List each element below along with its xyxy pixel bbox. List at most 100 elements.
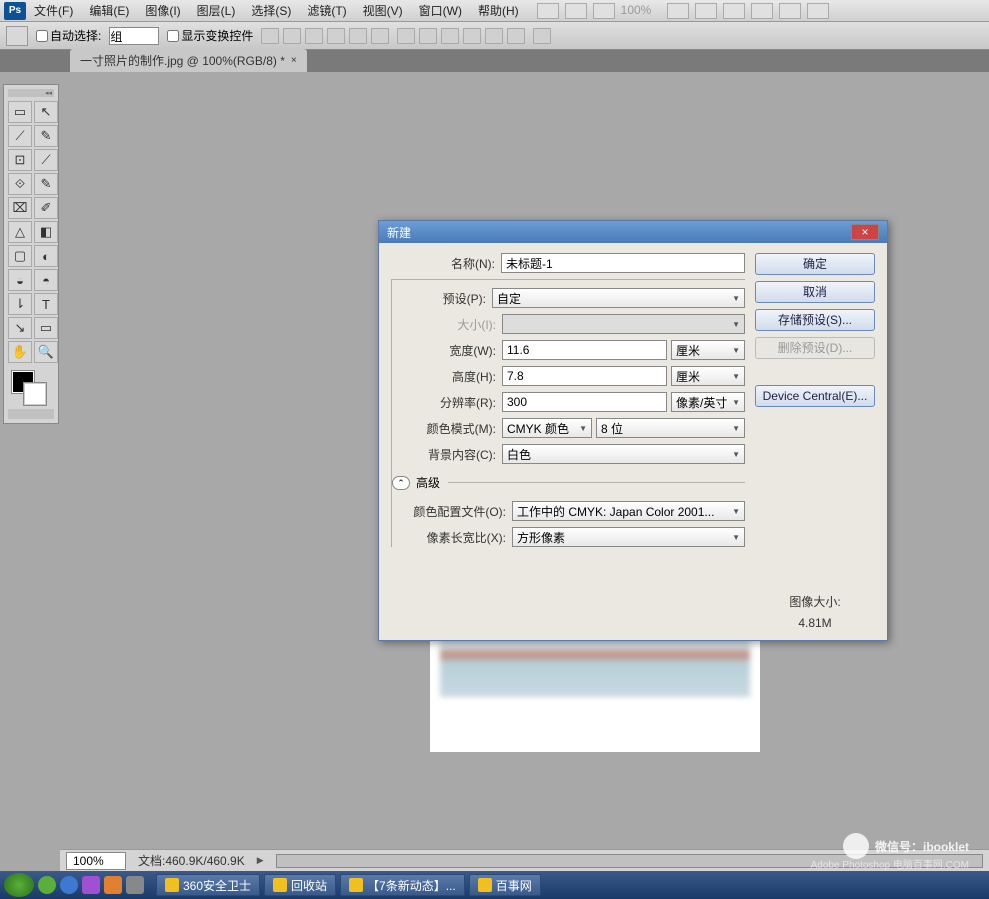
size-select [502, 314, 745, 334]
dialog-titlebar[interactable]: 新建 × [379, 221, 887, 243]
menu-bar: Ps 文件(F)编辑(E)图像(I)图层(L)选择(S)滤镜(T)视图(V)窗口… [0, 0, 989, 22]
arrange-icon-3[interactable] [807, 3, 829, 19]
tool-6[interactable]: ⟐ [8, 173, 32, 195]
taskbar-item-1[interactable]: 回收站 [264, 874, 336, 896]
tool-18[interactable]: ↘ [8, 317, 32, 339]
tool-0[interactable]: ▭ [8, 101, 32, 123]
status-zoom[interactable]: 100% [66, 852, 126, 870]
align-bottom-icon[interactable] [305, 28, 323, 44]
strip-icon[interactable] [565, 3, 587, 19]
tool-17[interactable]: T [34, 293, 58, 315]
height-input[interactable] [502, 366, 667, 386]
quick-launch-4[interactable] [104, 876, 122, 894]
resolution-label: 分辨率(R): [392, 394, 502, 411]
workspace-icon[interactable] [537, 3, 559, 19]
dist-4-icon[interactable] [463, 28, 481, 44]
name-input[interactable] [501, 253, 745, 273]
options-bar: 自动选择: 组 显示变换控件 [0, 22, 989, 50]
taskbar-item-0[interactable]: 360安全卫士 [156, 874, 260, 896]
align-left-icon[interactable] [327, 28, 345, 44]
tool-2[interactable]: ⟋ [8, 125, 32, 147]
align-top-icon[interactable] [261, 28, 279, 44]
height-unit-select[interactable]: 厘米 [671, 366, 745, 386]
hand-icon[interactable] [667, 3, 689, 19]
ok-button[interactable]: 确定 [755, 253, 875, 275]
cancel-button[interactable]: 取消 [755, 281, 875, 303]
tool-12[interactable]: ▢ [8, 245, 32, 267]
menu-0[interactable]: 文件(F) [26, 0, 81, 22]
resolution-input[interactable] [502, 392, 667, 412]
auto-align-icon[interactable] [533, 28, 551, 44]
background-color[interactable] [24, 383, 46, 405]
zoom-icon[interactable] [695, 3, 717, 19]
preset-select[interactable]: 自定 [492, 288, 745, 308]
quick-launch-ie[interactable] [60, 876, 78, 894]
dist-1-icon[interactable] [397, 28, 415, 44]
move-tool-preset[interactable] [6, 26, 28, 46]
tool-21[interactable]: 🔍 [34, 341, 58, 363]
align-hcenter-icon[interactable] [349, 28, 367, 44]
tool-5[interactable]: ⟋ [34, 149, 58, 171]
close-icon[interactable]: × [851, 224, 879, 240]
auto-select-target[interactable]: 组 [109, 27, 159, 45]
tool-15[interactable]: ◓ [34, 269, 58, 291]
dist-6-icon[interactable] [507, 28, 525, 44]
tool-7[interactable]: ✎ [34, 173, 58, 195]
document-tab-bar: 一寸照片的制作.jpg @ 100%(RGB/8) * × [0, 50, 989, 72]
tool-11[interactable]: ◧ [34, 221, 58, 243]
width-input[interactable] [502, 340, 667, 360]
tool-4[interactable]: ⊡ [8, 149, 32, 171]
menu-6[interactable]: 视图(V) [355, 0, 411, 22]
color-mode-select[interactable]: CMYK 颜色 [502, 418, 592, 438]
auto-select-checkbox[interactable]: 自动选择: [36, 27, 101, 44]
quick-launch-5[interactable] [126, 876, 144, 894]
bg-content-select[interactable]: 白色 [502, 444, 745, 464]
zoom-level[interactable]: 100% [621, 3, 661, 19]
menu-2[interactable]: 图像(I) [137, 0, 188, 22]
toolbox-handle[interactable] [8, 89, 54, 97]
size-label: 大小(I): [392, 316, 502, 333]
tool-16[interactable]: ⇂ [8, 293, 32, 315]
tool-14[interactable]: ◒ [8, 269, 32, 291]
dist-5-icon[interactable] [485, 28, 503, 44]
show-transform-checkbox[interactable]: 显示变换控件 [167, 27, 253, 44]
dist-2-icon[interactable] [419, 28, 437, 44]
document-tab[interactable]: 一寸照片的制作.jpg @ 100%(RGB/8) * × [70, 49, 307, 72]
quick-launch-3[interactable] [82, 876, 100, 894]
tool-13[interactable]: ◐ [34, 245, 58, 267]
align-vcenter-icon[interactable] [283, 28, 301, 44]
arrange-icon-1[interactable] [751, 3, 773, 19]
close-tab-icon[interactable]: × [291, 55, 297, 66]
tool-19[interactable]: ▭ [34, 317, 58, 339]
tool-10[interactable]: △ [8, 221, 32, 243]
menu-4[interactable]: 选择(S) [243, 0, 299, 22]
resolution-unit-select[interactable]: 像素/英寸 [671, 392, 745, 412]
tool-1[interactable]: ↖ [34, 101, 58, 123]
grid-icon[interactable] [593, 3, 615, 19]
tool-9[interactable]: ✐ [34, 197, 58, 219]
menu-8[interactable]: 帮助(H) [470, 0, 527, 22]
quickmask-icon[interactable] [8, 409, 54, 419]
menu-3[interactable]: 图层(L) [189, 0, 244, 22]
taskbar-item-2[interactable]: 【7条新动态】... [340, 874, 465, 896]
arrange-icon-2[interactable] [779, 3, 801, 19]
tool-20[interactable]: ✋ [8, 341, 32, 363]
align-right-icon[interactable] [371, 28, 389, 44]
color-profile-select[interactable]: 工作中的 CMYK: Japan Color 2001... [512, 501, 745, 521]
tool-3[interactable]: ✎ [34, 125, 58, 147]
save-preset-button[interactable]: 存储预设(S)... [755, 309, 875, 331]
menu-1[interactable]: 编辑(E) [81, 0, 137, 22]
menu-7[interactable]: 窗口(W) [411, 0, 470, 22]
tool-8[interactable]: ⌧ [8, 197, 32, 219]
color-bits-select[interactable]: 8 位 [596, 418, 745, 438]
advanced-toggle[interactable]: ⌃ [392, 476, 410, 490]
pixel-ratio-select[interactable]: 方形像素 [512, 527, 745, 547]
device-central-button[interactable]: Device Central(E)... [755, 385, 875, 407]
menu-5[interactable]: 滤镜(T) [299, 0, 354, 22]
dist-3-icon[interactable] [441, 28, 459, 44]
quick-launch-1[interactable] [38, 876, 56, 894]
rotate-icon[interactable] [723, 3, 745, 19]
start-button[interactable] [4, 873, 34, 897]
width-unit-select[interactable]: 厘米 [671, 340, 745, 360]
taskbar-item-3[interactable]: 百事网 [469, 874, 541, 896]
